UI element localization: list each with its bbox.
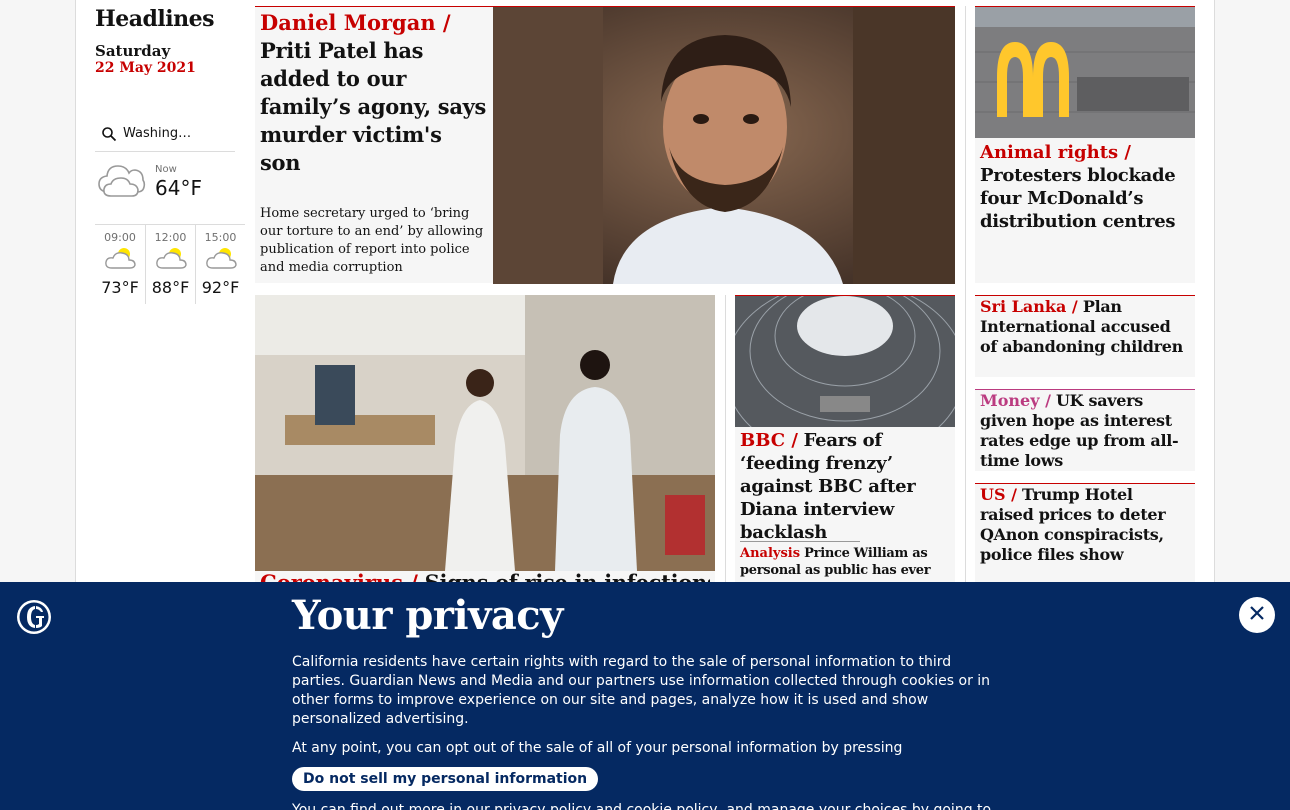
story-kicker: Money / xyxy=(980,391,1051,410)
forecast-temp: 92°F xyxy=(201,278,240,297)
partly-sunny-icon xyxy=(146,244,195,276)
privacy-title: Your privacy xyxy=(292,592,563,639)
story-card-mcdonalds[interactable]: Animal rights / Protesters blockade four… xyxy=(975,6,1195,283)
now-temperature: 64°F xyxy=(155,176,202,200)
story-kicker: Animal rights / xyxy=(980,142,1131,163)
forecast-item: 15:00 92°F xyxy=(195,225,245,304)
forecast-time: 12:00 xyxy=(154,231,187,244)
sublink-kicker: Analysis xyxy=(740,546,801,561)
story-headline-block: Sri Lanka / Plan International accused o… xyxy=(980,297,1190,357)
story-card-srilanka[interactable]: Sri Lanka / Plan International accused o… xyxy=(975,295,1195,377)
privacy-body-text: California residents have certain rights… xyxy=(292,654,991,727)
story-kicker: US / xyxy=(980,485,1017,504)
story-headline: Protesters blockade four McDonald’s dist… xyxy=(980,165,1176,232)
cloudy-icon xyxy=(95,156,147,202)
privacy-banner: Your privacy California residents have c… xyxy=(0,582,1290,810)
close-banner-button[interactable] xyxy=(1239,597,1275,633)
forecast-time: 15:00 xyxy=(204,231,237,244)
story-headline-block: US / Trump Hotel raised prices to deter … xyxy=(980,485,1190,565)
search-icon xyxy=(95,126,123,142)
weather-now: Now 64°F xyxy=(95,152,235,224)
story-card-money[interactable]: Money / UK savers given hope as interest… xyxy=(975,389,1195,471)
story-standfirst: Home secretary urged to ‘bring our tortu… xyxy=(260,206,484,275)
forecast-item: 12:00 88°F xyxy=(145,225,195,304)
section-title: Headlines xyxy=(95,6,215,32)
forecast-time: 09:00 xyxy=(104,231,136,244)
story-image-portrait xyxy=(493,7,955,284)
column-divider xyxy=(965,6,966,586)
privacy-more-info-text: You can find out more in our privacy pol… xyxy=(292,802,992,810)
story-kicker: BBC / xyxy=(740,430,798,451)
story-card-bbc[interactable]: BBC / Fears of ‘feeding frenzy’ against … xyxy=(735,295,955,595)
partly-sunny-icon xyxy=(95,244,145,276)
story-headline-block: Daniel Morgan / Priti Patel has added to… xyxy=(260,9,488,177)
story-image-testing-centre xyxy=(255,295,715,571)
divider xyxy=(740,541,860,542)
story-card-main[interactable]: Daniel Morgan / Priti Patel has added to… xyxy=(255,6,955,284)
story-headline-block: Money / UK savers given hope as interest… xyxy=(980,391,1190,471)
now-label: Now xyxy=(155,164,177,175)
story-card-coronavirus[interactable]: Coronavirus / Signs of rise in infection… xyxy=(255,295,715,595)
weather-location: Washing… xyxy=(123,126,192,141)
do-not-sell-button[interactable]: Do not sell my personal information xyxy=(292,767,599,791)
guardian-logo-icon xyxy=(16,599,52,639)
forecast-temp: 88°F xyxy=(151,278,190,297)
story-card-us[interactable]: US / Trump Hotel raised prices to deter … xyxy=(975,483,1195,585)
story-image-bbc-building xyxy=(735,296,955,427)
weather-forecast: 09:00 73°F 12:00 88°F 15:00 92°F xyxy=(95,224,245,304)
current-day: Saturday xyxy=(95,42,171,60)
close-icon xyxy=(1249,605,1265,625)
partly-sunny-icon xyxy=(196,244,245,276)
weather-location-search[interactable]: Washing… xyxy=(95,116,235,152)
story-image-mcdonalds-sign xyxy=(975,7,1195,138)
story-kicker: Daniel Morgan / xyxy=(260,10,451,35)
forecast-temp: 73°F xyxy=(101,278,139,297)
story-kicker: Sri Lanka / xyxy=(980,297,1078,316)
story-headline: Priti Patel has added to our family’s ag… xyxy=(260,38,487,175)
forecast-item: 09:00 73°F xyxy=(95,225,145,304)
privacy-opt-out-text: At any point, you can opt out of the sal… xyxy=(292,740,903,756)
story-headline-block: BBC / Fears of ‘feeding frenzy’ against … xyxy=(740,429,952,544)
current-date: 22 May 2021 xyxy=(95,60,196,76)
column-divider xyxy=(725,295,726,585)
story-headline-block: Animal rights / Protesters blockade four… xyxy=(980,141,1190,233)
